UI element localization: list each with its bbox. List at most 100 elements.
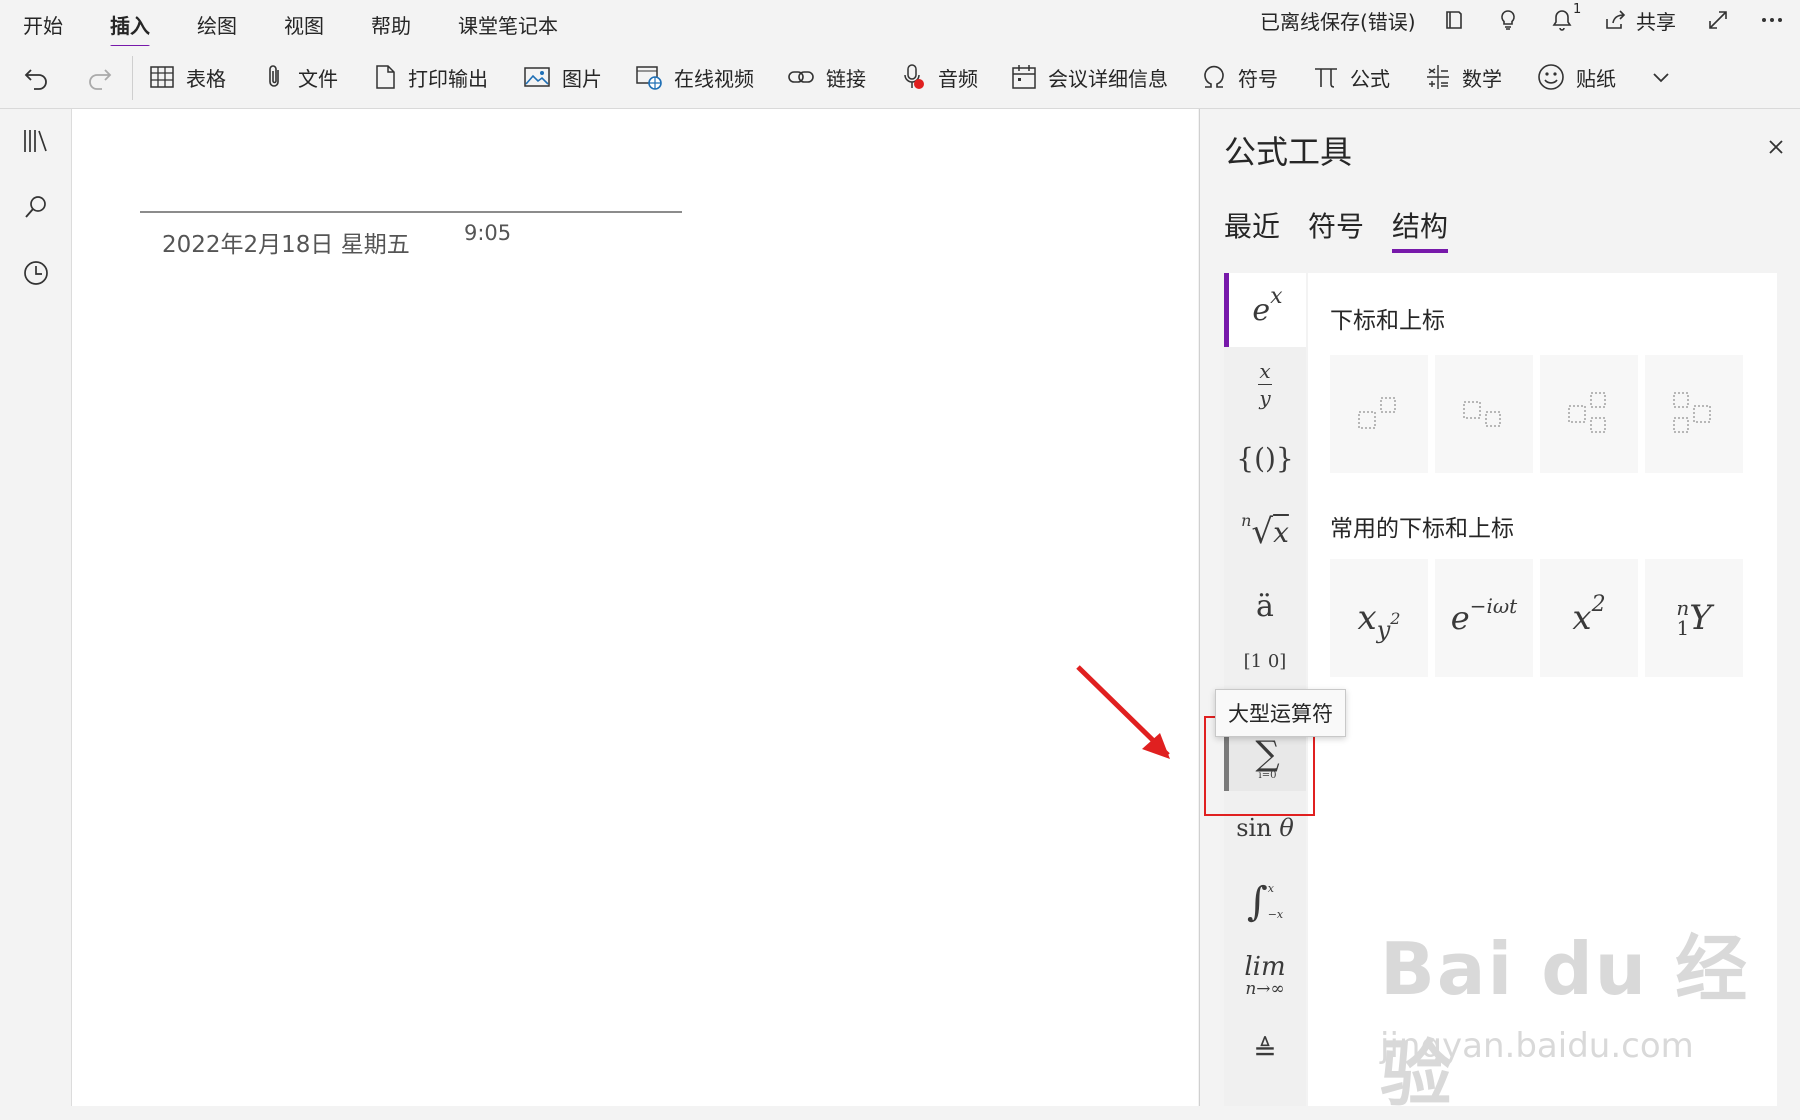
ribbon-label: 打印输出 [408, 66, 488, 91]
insert-online-video-button[interactable]: 在线视频 [634, 60, 754, 94]
share-icon[interactable] [1600, 4, 1632, 36]
ribbon-label: 数学 [1462, 66, 1502, 91]
category-fraction[interactable]: x y [1224, 347, 1306, 421]
undo-button[interactable] [22, 60, 52, 94]
close-pane-button[interactable] [1760, 131, 1792, 163]
subsup-template-tile[interactable] [1540, 355, 1638, 473]
annotation-arrow [1076, 665, 1170, 759]
ribbon-label: 表格 [186, 66, 226, 91]
ribbon-label: 符号 [1238, 66, 1278, 91]
lightbulb-icon[interactable] [1492, 4, 1524, 36]
redo-button[interactable] [84, 60, 114, 94]
insert-sticker-button[interactable]: 贴纸 [1536, 60, 1616, 94]
category-operator[interactable]: ≜ [1224, 1013, 1306, 1087]
tab-insert[interactable]: 插入 [110, 10, 150, 49]
radical-index: n [1241, 510, 1252, 530]
category-bracket[interactable]: {()} [1224, 421, 1306, 495]
page-title-underline [140, 211, 682, 213]
calendar-icon [1012, 65, 1036, 89]
page-date: 2022年2月18日 星期五 [162, 232, 410, 258]
notebook-pages-icon[interactable] [1438, 4, 1470, 36]
tab-view[interactable]: 视图 [284, 10, 324, 39]
tab-draw[interactable]: 绘图 [197, 10, 237, 39]
sticker-icon [1538, 64, 1564, 90]
ribbon-separator [132, 56, 133, 100]
fraction-numerator: x [1259, 358, 1271, 383]
tab-symbols[interactable]: 符号 [1308, 205, 1364, 245]
section-title-common-scripts: 常用的下标和上标 [1330, 516, 1514, 542]
file-icon [376, 65, 395, 89]
insert-picture-button[interactable]: 图片 [522, 60, 602, 94]
superscript-template-tile[interactable] [1330, 355, 1428, 473]
paperclip-icon [269, 65, 279, 87]
category-radical[interactable]: n √ x [1224, 495, 1306, 569]
integral-upper: x [1267, 882, 1274, 895]
limit-label: lim [1244, 952, 1286, 982]
common-script-tile-3[interactable]: x 2 [1540, 559, 1638, 677]
ribbon-label: 会议详细信息 [1048, 66, 1168, 91]
tab-recent[interactable]: 最近 [1224, 205, 1280, 245]
notification-count: 1 [1573, 2, 1582, 17]
audio-icon [904, 64, 924, 89]
insert-math-button[interactable]: 数学 [1424, 60, 1502, 94]
tab-structures[interactable]: 结构 [1392, 205, 1449, 253]
insert-table-button[interactable]: 表格 [148, 60, 226, 94]
insert-meeting-details-button[interactable]: 会议详细信息 [1010, 60, 1168, 94]
math-icon [1427, 65, 1449, 89]
left-subsup-template-tile[interactable] [1645, 355, 1743, 473]
page-time: 9:05 [464, 221, 512, 245]
more-options-icon[interactable] [1756, 4, 1788, 36]
recent-clock-icon[interactable] [20, 257, 52, 289]
insert-equation-button[interactable]: 公式 [1312, 60, 1390, 94]
picture-icon [524, 67, 550, 87]
search-icon[interactable] [20, 191, 52, 223]
ribbon-label: 在线视频 [674, 66, 754, 91]
fullscreen-icon[interactable] [1702, 4, 1734, 36]
tab-class-notebook[interactable]: 课堂笔记本 [458, 10, 558, 39]
chevron-down-icon [1653, 73, 1669, 83]
ribbon-label: 链接 [826, 66, 866, 91]
limit-subscript: n→∞ [1245, 979, 1285, 999]
baidu-watermark: Bai du 经验 jingyan.baidu.com [1380, 927, 1750, 1116]
common-script-tile-2[interactable]: e −iωt [1435, 559, 1533, 677]
insert-link-button[interactable]: 链接 [786, 60, 866, 94]
close-icon [1769, 140, 1783, 154]
category-integral[interactable]: ∫ x −x [1224, 865, 1306, 939]
share-button[interactable]: 共享 [1636, 6, 1676, 35]
ribbon-label: 图片 [562, 66, 602, 91]
category-limit[interactable]: lim n→∞ [1224, 939, 1306, 1013]
radical-base: x [1273, 515, 1289, 549]
common-script-tile-4[interactable]: n 1 Y [1645, 559, 1743, 677]
left-navigation [0, 109, 72, 1106]
pi-icon [1315, 68, 1337, 88]
section-title-scripts: 下标和上标 [1330, 308, 1445, 334]
common-script-tile-1[interactable]: x y 2 [1330, 559, 1428, 677]
tab-home[interactable]: 开始 [23, 10, 63, 39]
tab-help[interactable]: 帮助 [371, 10, 411, 39]
link-icon [788, 71, 814, 83]
fraction-denominator: y [1259, 385, 1271, 410]
category-accent[interactable]: ä [1224, 569, 1306, 643]
insert-printout-button[interactable]: 打印输出 [372, 60, 488, 94]
undo-icon [24, 69, 47, 90]
note-page[interactable]: 2022年2月18日 星期五 9:05 [72, 109, 1198, 1106]
save-status: 已离线保存(错误) [1260, 10, 1416, 34]
insert-symbol-button[interactable]: 符号 [1200, 60, 1278, 94]
notebooks-icon[interactable] [20, 125, 52, 157]
menu-bar: 开始 插入 绘图 视图 帮助 课堂笔记本 已离线保存(错误) 1 共享 [0, 0, 1800, 49]
subscript-template-tile[interactable] [1435, 355, 1533, 473]
online-video-icon [636, 66, 662, 90]
omega-icon [1204, 65, 1224, 88]
insert-audio-button[interactable]: 音频 [900, 60, 978, 94]
ribbon-expand-button[interactable] [1650, 60, 1672, 94]
ribbon-label: 公式 [1350, 66, 1390, 91]
ribbon-label: 文件 [298, 66, 338, 91]
pane-title: 公式工具 [1224, 133, 1353, 171]
ribbon-toolbar: 表格 文件 打印输出 图片 在线视频 链接 音频 会议详细信息 符号 公式 数学 [0, 46, 1800, 109]
ribbon-label: 音频 [938, 66, 978, 91]
redo-icon [89, 69, 112, 90]
table-icon [150, 66, 174, 88]
category-tooltip: 大型运算符 [1215, 689, 1346, 737]
insert-file-button[interactable]: 文件 [262, 60, 338, 94]
category-scripts[interactable]: ex [1224, 273, 1306, 347]
